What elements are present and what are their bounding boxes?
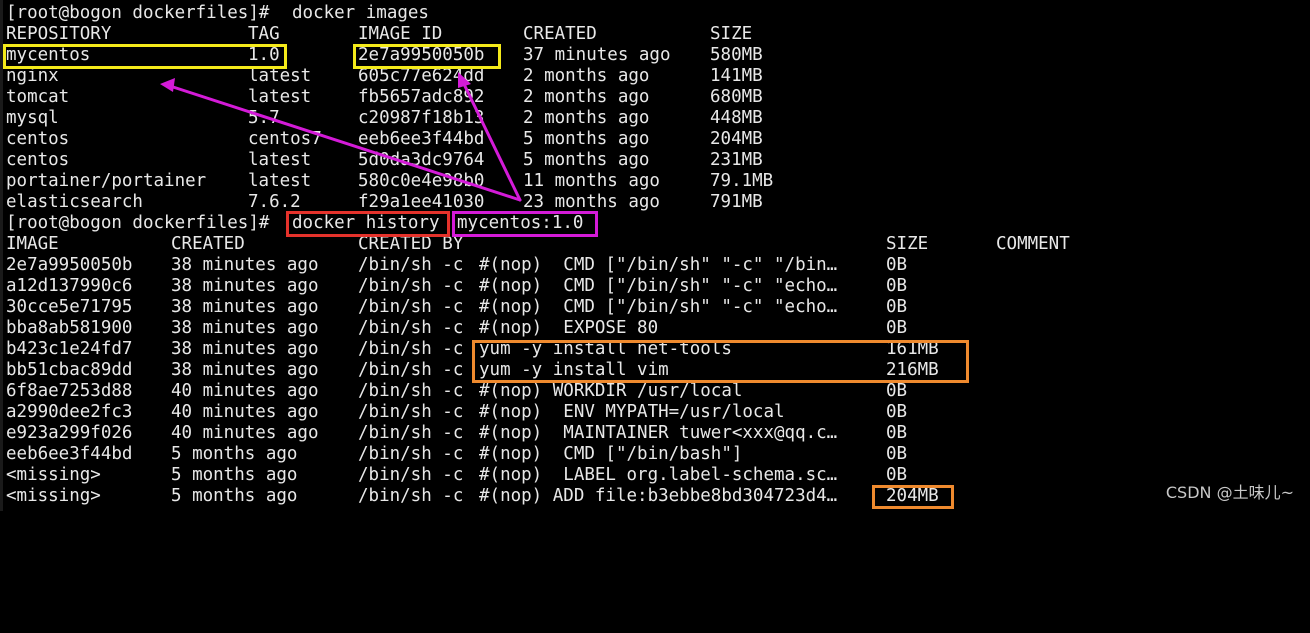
csdn-watermark: CSDN @土味儿~ — [1165, 483, 1294, 502]
arrow-head-icon — [458, 72, 471, 88]
arrow-to-image-id — [460, 78, 522, 202]
annotation-arrows — [160, 72, 522, 202]
left-edge-scrollbar[interactable] — [0, 0, 3, 511]
arrow-to-repository — [168, 84, 522, 202]
terminal-window[interactable]: [root@bogon dockerfiles]# docker images … — [0, 0, 1310, 511]
arrow-head-icon — [160, 78, 175, 92]
